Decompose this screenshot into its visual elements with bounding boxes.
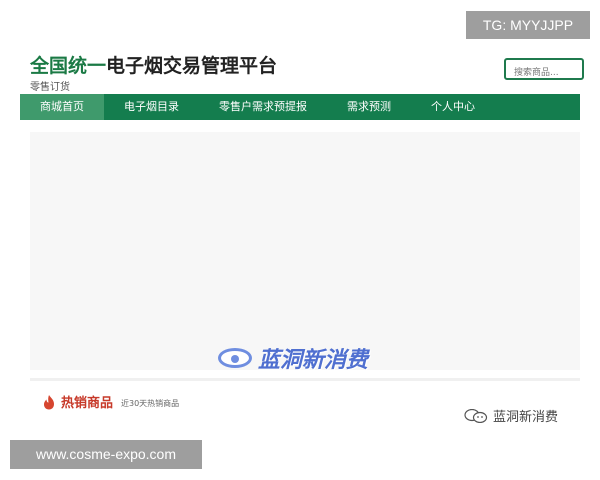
nav-item-catalog[interactable]: 电子烟目录 [104, 94, 199, 120]
site-header: 全国统一电子烟交易管理平台 零售订货 [20, 48, 580, 94]
main-nav: 商城首页 电子烟目录 零售户需求预提报 需求预测 个人中心 [20, 94, 580, 120]
center-watermark-text: 蓝洞新消费 [258, 348, 369, 373]
section-divider [30, 378, 580, 381]
search-box[interactable] [504, 58, 584, 82]
wechat-icon [464, 408, 488, 423]
telegram-watermark: TG: MYYJJPP [466, 11, 590, 39]
site-title-rest: 电子烟交易管理平台 [106, 55, 278, 77]
nav-item-personal-center[interactable]: 个人中心 [411, 94, 495, 120]
main-banner-area [30, 132, 580, 370]
hot-products-title: 热销商品 [61, 396, 114, 411]
flame-icon [44, 394, 54, 409]
site-title: 全国统一电子烟交易管理平台 [30, 51, 277, 78]
site-subtitle: 零售订货 [30, 82, 70, 93]
hot-products-heading: 热销商品 [42, 392, 113, 411]
search-input[interactable] [506, 64, 584, 82]
nav-item-retailer-demand[interactable]: 零售户需求预提报 [199, 94, 327, 120]
eye-logo-icon [218, 348, 252, 368]
nav-item-home[interactable]: 商城首页 [20, 94, 104, 120]
website-watermark: www.cosme-expo.com [10, 440, 202, 469]
site-title-accent: 全国统一 [30, 55, 107, 77]
wechat-account-name: 蓝洞新消费 [493, 410, 559, 425]
nav-item-demand-forecast[interactable]: 需求预测 [327, 94, 411, 120]
wechat-watermark: 蓝洞新消费 [464, 406, 558, 425]
center-watermark: 蓝洞新消费 [218, 343, 368, 373]
hot-products-subtitle: 近30天热销商品 [121, 399, 180, 408]
